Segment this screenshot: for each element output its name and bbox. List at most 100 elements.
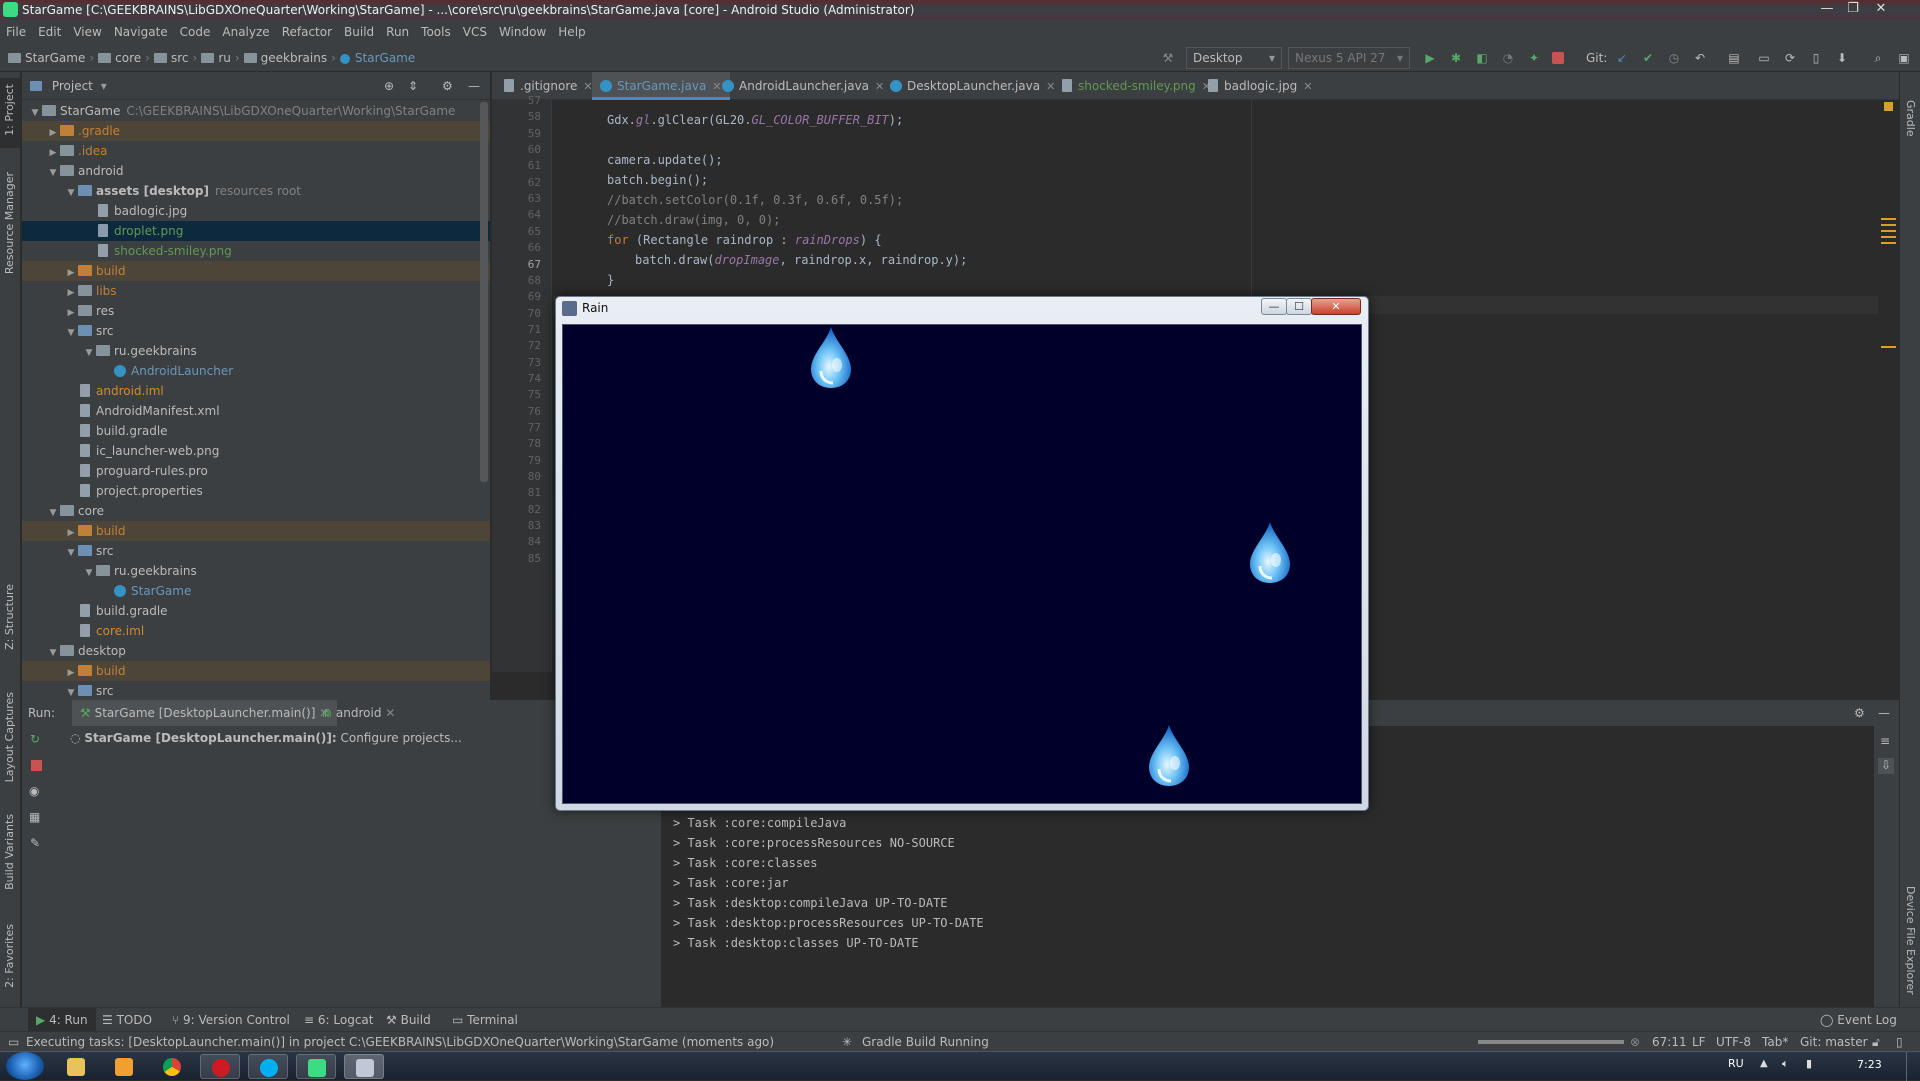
expand-arrow-icon[interactable]: ▼	[64, 183, 78, 203]
tree-root-stargame[interactable]: ▼ StarGame C:\GEEKBRAINS\LibGDXOneQuarter\…	[22, 101, 490, 121]
revert-icon[interactable]: ↶	[1692, 50, 1708, 66]
project-view-select[interactable]: Project	[52, 79, 93, 93]
tree-folder-desktop-src[interactable]: ▼ src	[22, 681, 490, 701]
collapse-arrow-icon[interactable]: ▶	[64, 263, 78, 283]
collapse-arrow-icon[interactable]: ▶	[46, 143, 60, 163]
taskbar-explorer[interactable]	[56, 1054, 96, 1079]
menu-help[interactable]: Help	[552, 20, 591, 44]
tree-folder-gradle[interactable]: ▶ .gradle	[22, 121, 490, 141]
tree-folder-core-src[interactable]: ▼ src	[22, 541, 490, 561]
menu-build[interactable]: Build	[338, 20, 380, 44]
run-config-select[interactable]: Desktop ▾	[1186, 47, 1282, 69]
bottom-tab-terminal[interactable]: ▭ Terminal	[452, 1008, 518, 1032]
expand-arrow-icon[interactable]: ▼	[64, 543, 78, 563]
caret-position[interactable]: 67:11	[1652, 1032, 1687, 1052]
bottom-tab-logcat[interactable]: ≡ 6: Logcat	[304, 1008, 373, 1032]
minimize-button[interactable]: —	[1816, 0, 1838, 18]
menu-vcs[interactable]: VCS	[457, 20, 493, 44]
taskbar-media-player[interactable]	[104, 1054, 144, 1079]
gear-icon[interactable]: ⚙	[442, 72, 453, 100]
tree-folder-res[interactable]: ▶ res	[22, 301, 490, 321]
menu-refactor[interactable]: Refactor	[276, 20, 338, 44]
taskbar-skype[interactable]	[248, 1054, 288, 1079]
project-tool-label[interactable]: 1: Project	[3, 84, 16, 136]
tree-class-androidlauncher[interactable]: AndroidLauncher	[22, 361, 490, 381]
bottom-tab-todo[interactable]: ☰ TODO	[102, 1008, 152, 1032]
game-canvas[interactable]	[562, 324, 1362, 804]
device-select[interactable]: Nexus 5 API 27 ▾	[1288, 47, 1410, 69]
breadcrumb-stargame-class[interactable]: StarGame	[339, 44, 415, 72]
breadcrumb-core[interactable]: core	[98, 44, 141, 72]
file-encoding[interactable]: UTF-8	[1716, 1032, 1751, 1052]
start-button[interactable]	[6, 1052, 44, 1080]
show-desktop-button[interactable]	[1906, 1052, 1920, 1081]
menu-view[interactable]: View	[67, 20, 107, 44]
line-separator[interactable]: LF	[1692, 1032, 1706, 1052]
tab-stargame-java[interactable]: StarGame.java ✕	[592, 72, 730, 100]
tree-file-proguard[interactable]: proguard-rules.pro	[22, 461, 490, 481]
collapse-arrow-icon[interactable]: ▶	[46, 123, 60, 143]
attach-debugger-icon[interactable]: ✦	[1526, 50, 1542, 66]
layout-icon[interactable]: ▦	[29, 810, 40, 824]
bottom-tab-version-control[interactable]: ⑂ 9: Version Control	[172, 1008, 290, 1032]
git-update-icon[interactable]: ↙	[1614, 50, 1630, 66]
tab-androidlauncher-java[interactable]: AndroidLauncher.java ✕	[714, 72, 892, 100]
collapse-arrow-icon[interactable]: ▶	[64, 283, 78, 303]
expand-arrow-icon[interactable]: ▼	[46, 503, 60, 523]
tree-file-android-iml[interactable]: android.iml	[22, 381, 490, 401]
sdk-manager-icon[interactable]: ⬇	[1834, 50, 1850, 66]
git-history-icon[interactable]: ◷	[1666, 50, 1682, 66]
favorites-tool-label[interactable]: 2: Favorites	[3, 924, 16, 988]
menu-tools[interactable]: Tools	[415, 20, 457, 44]
expand-arrow-icon[interactable]: ▼	[64, 323, 78, 343]
git-commit-icon[interactable]: ✔	[1640, 50, 1656, 66]
tree-module-desktop[interactable]: ▼ desktop	[22, 641, 490, 661]
taskbar-opera[interactable]	[200, 1054, 240, 1079]
status-message[interactable]: Executing tasks: [DesktopLauncher.main()…	[26, 1032, 774, 1052]
coverage-icon[interactable]: ◧	[1474, 50, 1490, 66]
expand-arrow-icon[interactable]: ▼	[46, 163, 60, 183]
bottom-tab-run[interactable]: ▶ 4: Run	[28, 1008, 96, 1032]
locate-icon[interactable]: ⊕	[384, 72, 394, 100]
avd-manager-icon[interactable]: ▯	[1808, 50, 1824, 66]
build-variants-tool-label[interactable]: Build Variants	[3, 814, 16, 890]
rain-minimize-button[interactable]: —	[1261, 298, 1287, 315]
hide-panel-icon[interactable]: —	[468, 72, 480, 100]
cancel-progress-icon[interactable]: ⊗	[1630, 1032, 1640, 1052]
tree-class-stargame[interactable]: StarGame	[22, 581, 490, 601]
tree-file-android-build-gradle[interactable]: build.gradle	[22, 421, 490, 441]
gradle-tool-label[interactable]: Gradle	[1904, 100, 1917, 137]
tree-folder-desktop-build[interactable]: ▶ build	[22, 661, 490, 681]
tree-folder-idea[interactable]: ▶ .idea	[22, 141, 490, 161]
menu-analyze[interactable]: Analyze	[216, 20, 275, 44]
rain-maximize-button[interactable]: ☐	[1286, 298, 1312, 315]
run-tab-android[interactable]: ⋒ android ✕	[322, 700, 395, 726]
menu-navigate[interactable]: Navigate	[108, 20, 174, 44]
taskbar-java-app[interactable]	[344, 1054, 384, 1079]
sync-icon[interactable]: ⟳	[1782, 50, 1798, 66]
tree-folder-core-build[interactable]: ▶ build	[22, 521, 490, 541]
tree-package-core-ru-geekbrains[interactable]: ▼ ru.geekbrains	[22, 561, 490, 581]
stop-icon[interactable]	[1552, 52, 1564, 64]
structure-tool-label[interactable]: Z: Structure	[3, 584, 16, 650]
tree-module-core[interactable]: ▼ core	[22, 501, 490, 521]
breadcrumb-geekbrains[interactable]: geekbrains	[243, 44, 327, 72]
tree-scrollbar[interactable]	[480, 102, 488, 482]
memory-indicator-icon[interactable]: ▯	[1896, 1032, 1903, 1052]
tray-expand-icon[interactable]: ▲	[1760, 1058, 1768, 1069]
layout-captures-tool-label[interactable]: Layout Captures	[3, 692, 16, 782]
indent-setting[interactable]: Tab*	[1762, 1032, 1788, 1052]
menu-window[interactable]: Window	[493, 20, 552, 44]
tree-folder-android-src[interactable]: ▼ src	[22, 321, 490, 341]
event-log-button[interactable]: ◯ Event Log	[1820, 1008, 1897, 1032]
eye-icon[interactable]: ◉	[29, 784, 39, 798]
tree-file-manifest[interactable]: AndroidManifest.xml	[22, 401, 490, 421]
tree-folder-assets[interactable]: ▼ assets [desktop] resources root	[22, 181, 490, 201]
tree-file-core-iml[interactable]: core.iml	[22, 621, 490, 641]
scroll-to-end-icon[interactable]: ⇩	[1878, 758, 1894, 774]
run-icon[interactable]: ▶	[1422, 50, 1438, 66]
tree-file-ic-launcher[interactable]: ic_launcher-web.png	[22, 441, 490, 461]
menu-run[interactable]: Run	[380, 20, 415, 44]
device-file-explorer-tool-label[interactable]: Device File Explorer	[1904, 886, 1917, 995]
breadcrumb-stargame[interactable]: StarGame	[8, 44, 85, 72]
